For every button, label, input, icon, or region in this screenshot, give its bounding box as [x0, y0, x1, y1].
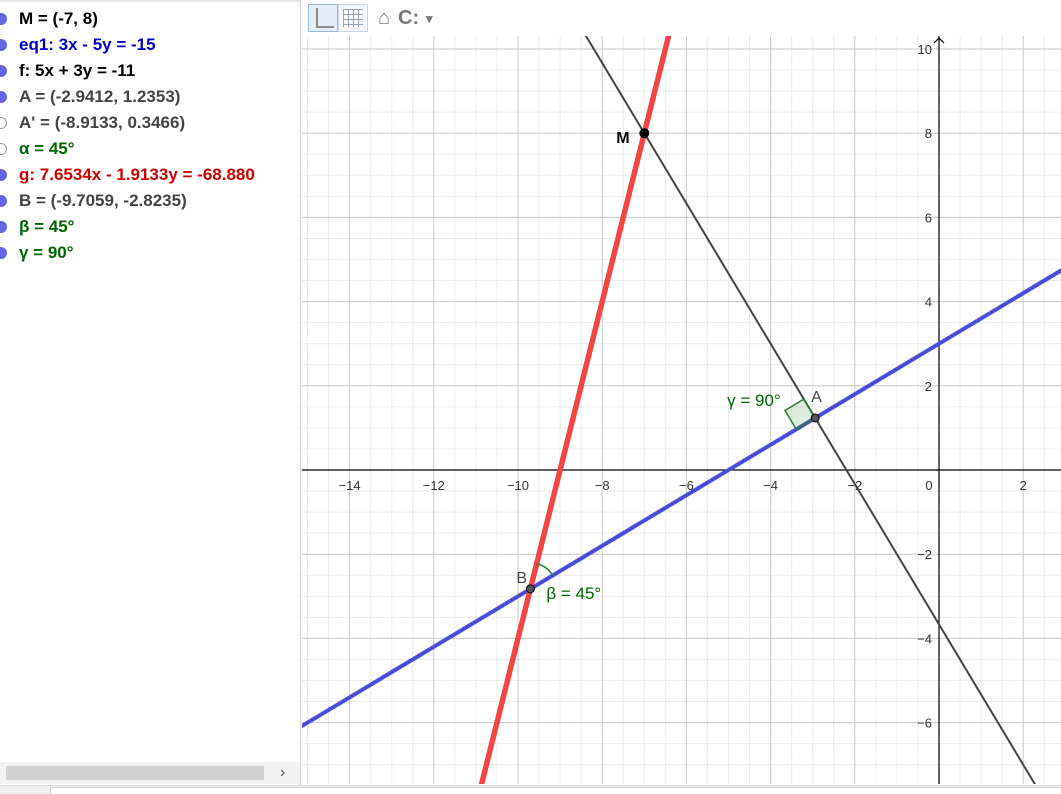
algebra-item[interactable]: B = (-9.7059, -2.8235)	[0, 188, 300, 214]
x-tick-label: 0	[925, 478, 932, 493]
scrollbar-thumb[interactable]	[6, 766, 264, 780]
grid-toggle-button[interactable]	[338, 4, 368, 32]
axes-icon	[316, 8, 318, 28]
angle-label-gamma: γ = 90°	[727, 391, 781, 410]
line-g[interactable]	[471, 36, 679, 784]
x-tick-label: 2	[1020, 478, 1027, 493]
visibility-toggle-icon[interactable]	[0, 247, 7, 259]
algebra-item-text: γ = 90°	[19, 243, 74, 262]
algebra-item-text: A' = (-8.9133, 0.3466)	[19, 113, 186, 132]
algebra-item[interactable]: f: 5x + 3y = -11	[0, 58, 300, 84]
algebra-item-text: β = 45°	[19, 217, 75, 236]
algebra-item[interactable]: α = 45°	[0, 136, 300, 162]
axes-icon-horizontal	[316, 26, 334, 28]
algebra-view: M = (-7, 8) eq1: 3x - 5y = -15 f: 5x + 3y …	[0, 0, 301, 788]
x-tick-label: −10	[507, 478, 529, 493]
algebra-item[interactable]: β = 45°	[0, 214, 300, 240]
point-label-m: M	[616, 130, 629, 147]
algebra-item-text: eq1: 3x - 5y = -15	[19, 35, 156, 54]
algebra-item[interactable]: A = (-2.9412, 1.2353)	[0, 84, 300, 110]
algebra-horizontal-scrollbar[interactable]: ›	[0, 762, 300, 784]
algebra-item-text: M = (-7, 8)	[19, 9, 98, 28]
visibility-toggle-icon[interactable]	[0, 39, 7, 51]
algebra-item[interactable]: A' = (-8.9133, 0.3466)	[0, 110, 300, 136]
point-label-a: A	[811, 389, 822, 406]
x-tick-label: −8	[595, 478, 610, 493]
algebra-item-text: g: 7.6534x - 1.9133y = -68.880	[19, 165, 255, 184]
x-tick-label: −14	[339, 478, 361, 493]
visibility-toggle-icon[interactable]	[0, 169, 7, 181]
y-tick-label: −2	[917, 547, 932, 562]
visibility-toggle-icon[interactable]	[0, 117, 7, 129]
y-tick-label: −6	[917, 716, 932, 731]
visibility-toggle-icon[interactable]	[0, 91, 7, 103]
visibility-toggle-icon[interactable]	[0, 143, 7, 155]
algebra-item[interactable]: g: 7.6534x - 1.9133y = -68.880	[0, 162, 300, 188]
y-tick-label: −4	[917, 631, 932, 646]
point-m[interactable]	[639, 128, 650, 139]
x-tick-label: −4	[763, 478, 778, 493]
algebra-item-text: B = (-9.7059, -2.8235)	[19, 191, 187, 210]
point-a[interactable]	[810, 413, 820, 423]
algebra-item-text: α = 45°	[19, 139, 75, 158]
y-tick-label: 2	[925, 379, 932, 394]
algebra-item[interactable]: γ = 90°	[0, 240, 300, 266]
y-tick-label: 4	[925, 295, 932, 310]
graphics-toolbar: ⌂ C: ▾	[302, 0, 1061, 36]
algebra-item[interactable]: M = (-7, 8)	[0, 6, 300, 32]
chevron-down-icon: ▾	[426, 11, 433, 26]
angle-label-beta: β = 45°	[546, 584, 601, 603]
graphics-canvas[interactable]: −14−12−10−8−6−4−202108642−2−4−6MABγ = 90…	[302, 36, 1061, 784]
point-b[interactable]	[525, 584, 535, 594]
style-bar-menu-button[interactable]: C: ▾	[398, 4, 446, 32]
visibility-toggle-icon[interactable]	[0, 195, 7, 207]
point-label-b: B	[516, 570, 527, 587]
home-icon: ⌂	[377, 7, 391, 29]
graphics-view[interactable]: −14−12−10−8−6−4−202108642−2−4−6MABγ = 90…	[302, 36, 1061, 784]
algebra-item-text: f: 5x + 3y = -11	[19, 61, 136, 80]
y-tick-label: 10	[918, 42, 932, 57]
line-eq1[interactable]	[302, 245, 1061, 751]
visibility-toggle-icon[interactable]	[0, 221, 7, 233]
style-icon: C:	[398, 7, 420, 29]
y-tick-label: 8	[925, 126, 932, 141]
algebra-item-text: A = (-2.9412, 1.2353)	[19, 87, 181, 106]
home-button[interactable]: ⌂	[372, 4, 396, 32]
grid-icon	[343, 9, 363, 27]
x-tick-label: −12	[423, 478, 445, 493]
chevron-right-icon[interactable]: ›	[280, 762, 285, 784]
y-tick-label: 6	[925, 210, 932, 225]
algebra-item[interactable]: eq1: 3x - 5y = -15	[0, 32, 300, 58]
algebra-top-border	[0, 0, 300, 2]
axes-toggle-button[interactable]	[308, 4, 338, 32]
visibility-toggle-icon[interactable]	[0, 65, 7, 77]
visibility-toggle-icon[interactable]	[0, 13, 7, 25]
